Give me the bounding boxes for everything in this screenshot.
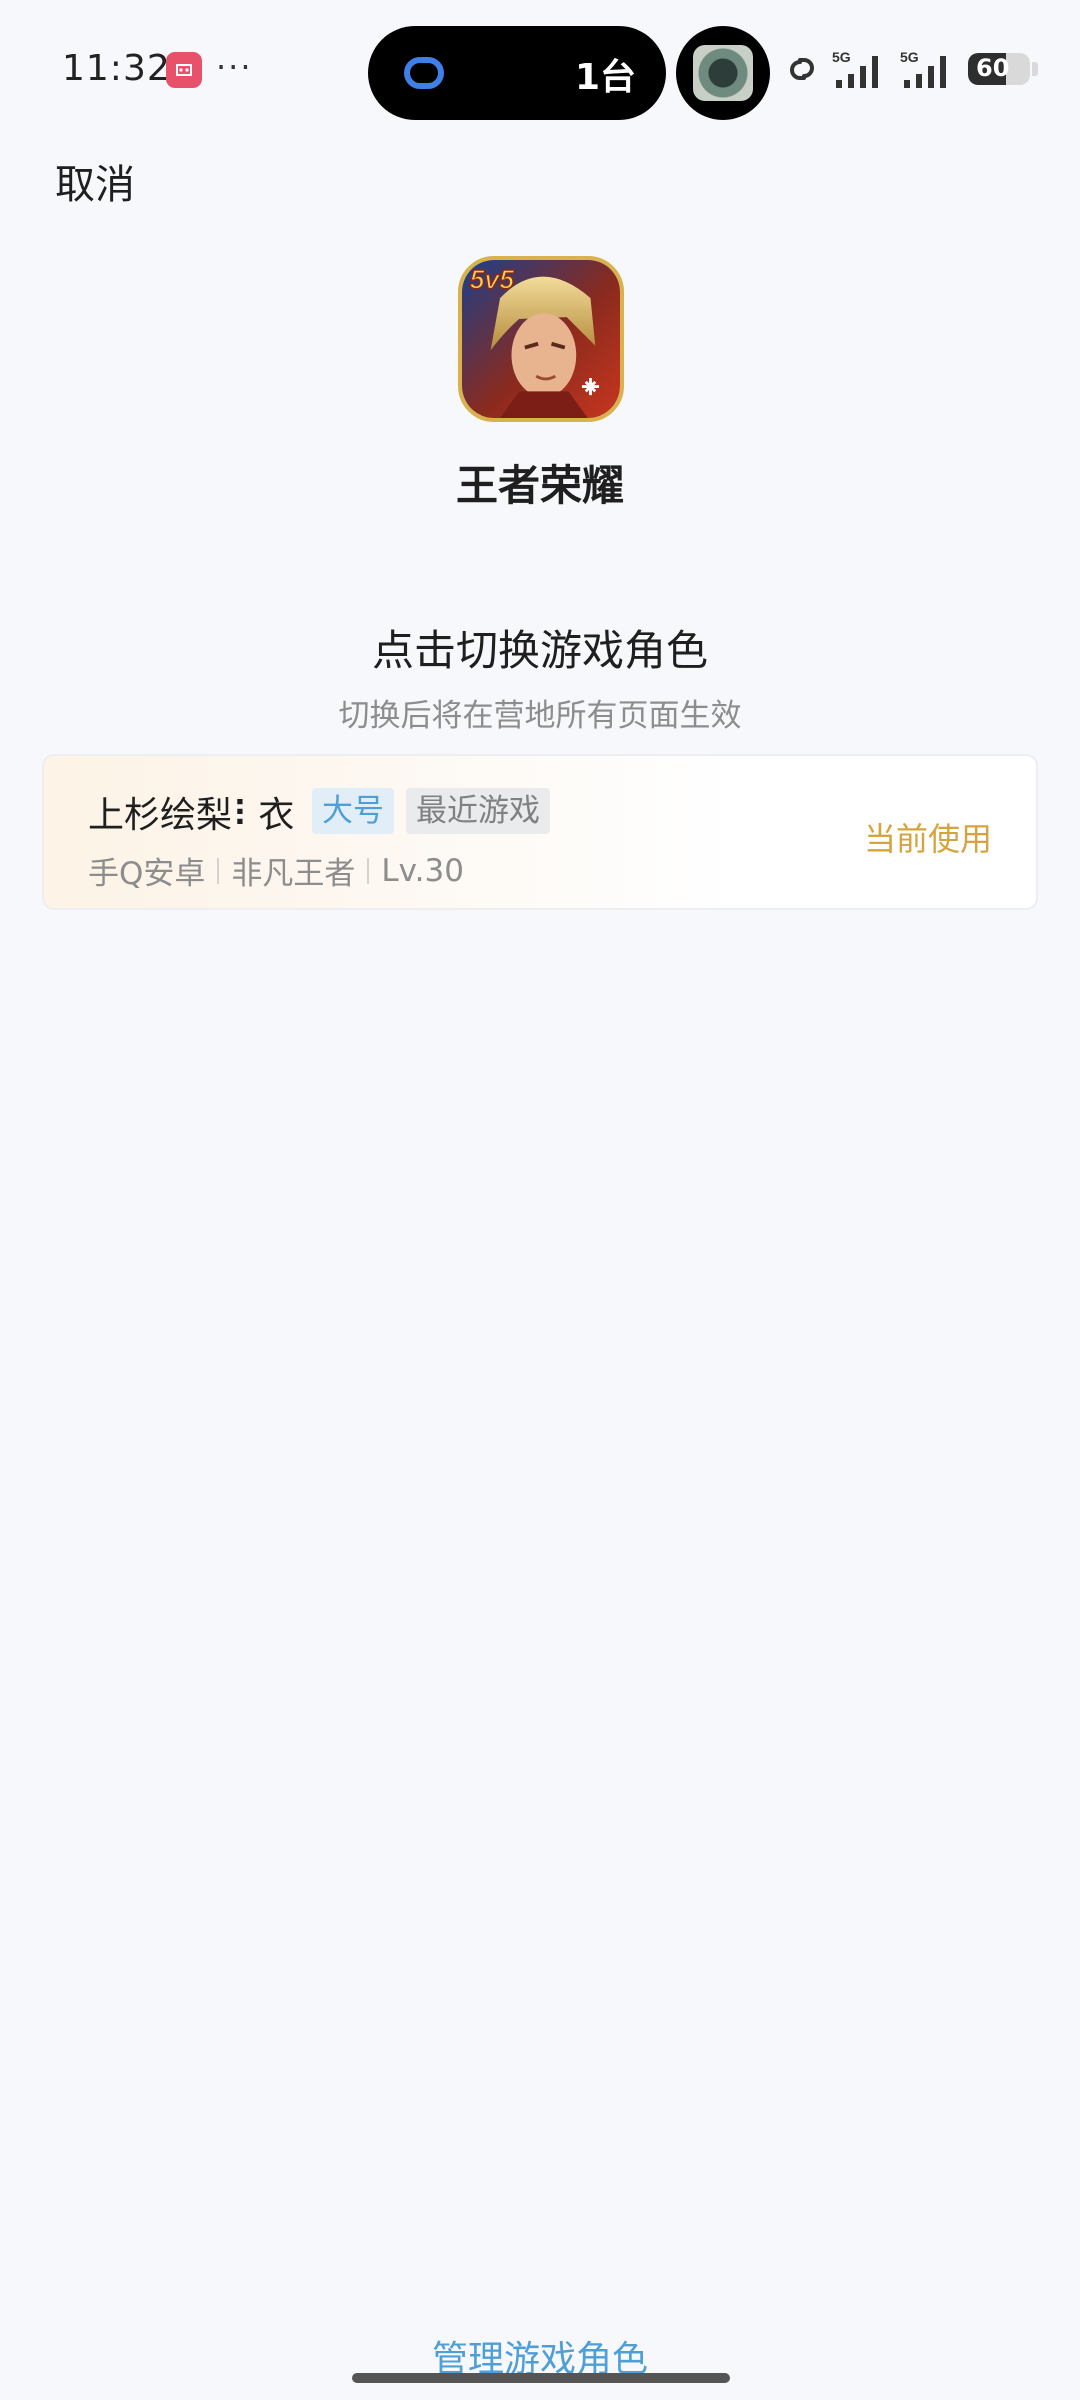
battery-level: 60 xyxy=(976,54,1010,82)
system-icons: 5G 5G 60 xyxy=(782,48,1038,90)
game-icon-badge: 5v5 xyxy=(470,265,516,295)
svg-text:5G: 5G xyxy=(832,49,851,65)
dynamic-island[interactable]: 1台 xyxy=(368,26,666,120)
role-card[interactable]: 上杉绘梨⠇衣 大号 最近游戏 手Q安卓 非凡王者 Lv.30 当前使用 xyxy=(42,754,1038,910)
page-subtitle: 切换后将在营地所有页面生效 xyxy=(338,698,742,734)
role-level: Lv.30 xyxy=(381,852,464,889)
home-indicator[interactable] xyxy=(352,2373,730,2383)
signal-5g-icon: 5G xyxy=(900,49,946,88)
app-notification-icon xyxy=(166,52,202,88)
more-notifications-icon: ··· xyxy=(216,48,253,86)
link-icon xyxy=(404,57,444,89)
link-icon xyxy=(790,58,814,80)
divider xyxy=(367,857,370,884)
role-status: 当前使用 xyxy=(863,820,992,858)
svg-text:5G: 5G xyxy=(900,49,919,65)
role-platform: 手Q安卓 xyxy=(88,856,206,892)
role-tag-main: 大号 xyxy=(312,788,394,834)
page-title: 点击切换游戏角色 xyxy=(371,626,708,675)
role-rank: 非凡王者 xyxy=(231,856,356,892)
game-name: 王者荣耀 xyxy=(455,461,624,510)
divider xyxy=(217,857,220,884)
device-count: 1台 xyxy=(574,57,636,98)
signal-5g-icon: 5G xyxy=(832,49,878,88)
camera-island[interactable] xyxy=(676,26,770,120)
status-bar: 11:32 ··· 1台 5G 5G 60 xyxy=(0,0,1080,140)
game-app-icon: 5v5 xyxy=(458,256,624,422)
status-time: 11:32 xyxy=(62,48,171,89)
battery-tip xyxy=(1032,62,1038,76)
camera-eye-icon xyxy=(693,45,753,101)
battery-icon: 60 xyxy=(968,53,1030,85)
role-name: 上杉绘梨⠇衣 xyxy=(88,795,295,836)
role-tag-recent: 最近游戏 xyxy=(406,788,550,834)
cancel-button[interactable]: 取消 xyxy=(55,152,135,210)
role-meta: 手Q安卓 非凡王者 Lv.30 xyxy=(88,848,464,893)
